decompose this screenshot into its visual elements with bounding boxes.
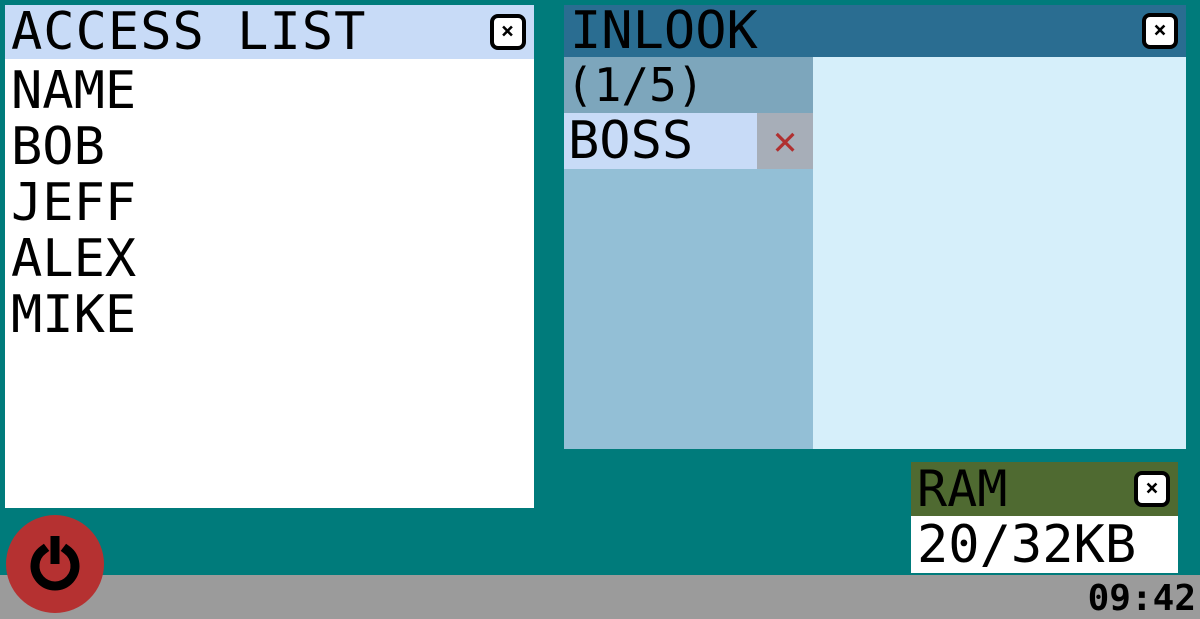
ram-title: RAM — [917, 460, 1008, 518]
list-item[interactable]: ALEX — [11, 231, 136, 287]
access-list: NAME BOB JEFF ALEX MIKE — [11, 63, 136, 343]
ram-window: RAM 20/32KB — [911, 462, 1178, 573]
power-icon — [30, 536, 80, 591]
message-row[interactable]: BOSS ✕ — [564, 113, 813, 169]
power-button[interactable] — [6, 515, 104, 613]
page-indicator[interactable]: (1/5) — [564, 57, 813, 113]
access-list-titlebar[interactable]: ACCESS LIST — [5, 5, 534, 59]
message-sender[interactable]: BOSS — [564, 113, 757, 169]
ram-usage: 20/32KB — [917, 515, 1137, 575]
inlook-titlebar[interactable]: INLOOK — [564, 5, 1186, 57]
inbox-panel: (1/5) BOSS ✕ — [564, 57, 813, 449]
taskbar: 09:42 — [0, 575, 1200, 619]
list-item[interactable]: JEFF — [11, 175, 136, 231]
clock: 09:42 — [1087, 578, 1196, 619]
access-list-title: ACCESS LIST — [11, 2, 367, 62]
close-icon[interactable] — [1134, 471, 1170, 507]
ram-titlebar[interactable]: RAM — [911, 462, 1178, 516]
access-list-window: ACCESS LIST NAME BOB JEFF ALEX MIKE — [5, 5, 534, 508]
inlook-window: INLOOK (1/5) BOSS ✕ — [564, 5, 1186, 449]
list-item[interactable]: NAME — [11, 63, 136, 119]
inlook-title: INLOOK — [570, 1, 758, 61]
close-icon[interactable] — [490, 14, 526, 50]
list-item[interactable]: MIKE — [11, 287, 136, 343]
list-item[interactable]: BOB — [11, 119, 136, 175]
close-icon[interactable] — [1142, 13, 1178, 49]
x-icon[interactable]: ✕ — [757, 113, 813, 169]
